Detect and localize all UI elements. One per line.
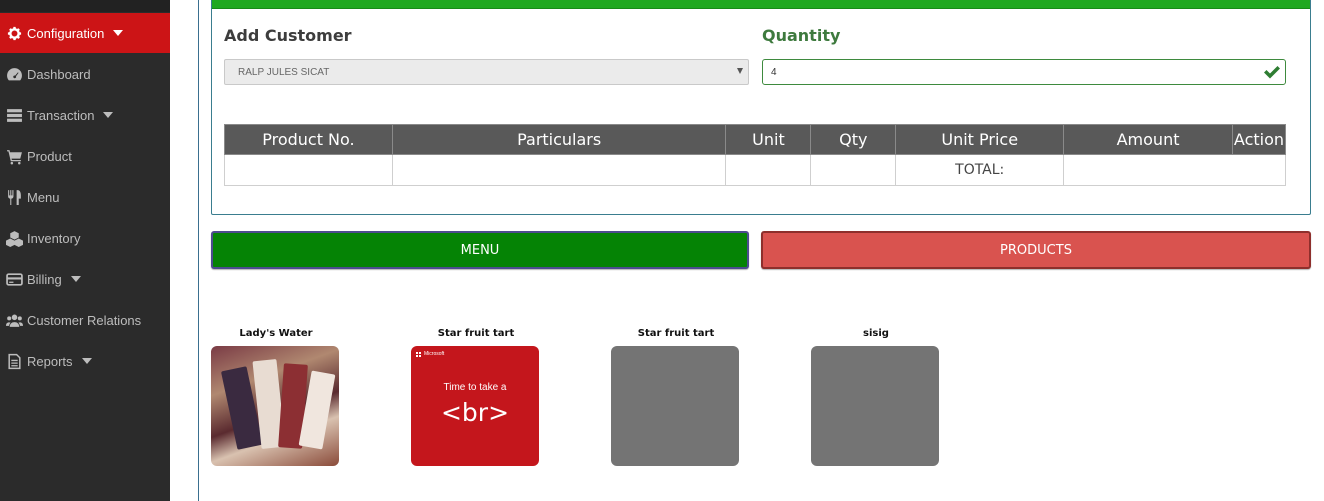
- order-items-table: Product No. Particulars Unit Qty Unit Pr…: [224, 124, 1287, 186]
- column-header: Unit Price: [895, 124, 1065, 155]
- caret-down-icon: [70, 276, 81, 282]
- sidebar-item-transaction[interactable]: Transaction: [0, 95, 170, 135]
- table-cell: [810, 154, 897, 186]
- cart-icon: [5, 147, 23, 165]
- windows-logo-icon: [416, 351, 421, 357]
- users-icon: [5, 311, 23, 329]
- tile-title: Star fruit tart: [437, 328, 515, 339]
- column-header: Unit: [725, 124, 812, 155]
- sidebar-item-reports[interactable]: Reports: [0, 341, 170, 381]
- caret-down-icon: [81, 358, 92, 364]
- credit-card-icon: [5, 270, 23, 288]
- sidebar-item-label: Configuration: [27, 25, 105, 41]
- sidebar-item-menu[interactable]: Menu: [0, 177, 170, 217]
- tile-title: Star fruit tart: [637, 328, 715, 339]
- check-icon: [1264, 66, 1280, 79]
- panel-header-bar: [212, 0, 1310, 9]
- tile-placeholder-image: [611, 346, 739, 466]
- customer-select[interactable]: RALP JULES SICAT: [224, 59, 749, 85]
- caret-down-icon: [113, 30, 124, 36]
- customer-select-value: RALP JULES SICAT: [238, 66, 330, 78]
- sidebar-item-label: Customer Relations: [27, 312, 142, 328]
- table-header-row: Product No. Particulars Unit Qty Unit Pr…: [224, 124, 1287, 155]
- tile-placeholder-image: [811, 346, 939, 466]
- sidebar-item-product[interactable]: Product: [0, 136, 170, 176]
- tile-promo-image: Microsoft Time to take a <br>: [411, 346, 539, 466]
- column-header: Qty: [810, 124, 897, 155]
- chevron-down-icon: [737, 68, 743, 74]
- products-button[interactable]: PRODUCTS: [761, 231, 1311, 269]
- sidebar-item-dashboard[interactable]: Dashboard: [0, 54, 170, 94]
- menu-tile[interactable]: Lady's Water: [211, 326, 341, 466]
- add-customer-label: Add Customer: [224, 26, 352, 45]
- sidebar-item-label: Dashboard: [27, 66, 91, 82]
- sidebar-item-label: Menu: [27, 189, 60, 205]
- file-icon: [5, 352, 23, 370]
- total-label: TOTAL:: [895, 154, 1065, 186]
- quantity-value: 4: [771, 66, 777, 78]
- menu-tile[interactable]: Star fruit tart Microsoft Time to take a…: [411, 326, 541, 466]
- content-border: [198, 0, 199, 501]
- table-cell: [725, 154, 812, 186]
- promo-line-1: Time to take a: [443, 382, 507, 393]
- quantity-label: Quantity: [762, 26, 841, 45]
- tile-title: sisig: [863, 328, 889, 339]
- total-amount: [1063, 154, 1286, 186]
- gear-icon: [5, 24, 23, 42]
- table-row: TOTAL:: [224, 154, 1286, 186]
- menu-tile[interactable]: Star fruit tart: [611, 326, 741, 466]
- menu-button[interactable]: MENU: [211, 231, 749, 269]
- sidebar-item-label: Product: [27, 148, 72, 164]
- order-panel: Add Customer RALP JULES SICAT Quantity 4…: [211, 0, 1311, 215]
- caret-down-icon: [103, 112, 114, 118]
- column-header: Amount: [1063, 124, 1233, 155]
- table-cell: [391, 154, 727, 186]
- tile-title: Lady's Water: [239, 328, 313, 339]
- sidebar-item-customer-relations[interactable]: Customer Relations: [0, 300, 170, 340]
- sidebar-item-label: Reports: [27, 353, 73, 369]
- sidebar-item-label: Inventory: [27, 230, 81, 246]
- column-header: Particulars: [391, 124, 727, 155]
- utensils-icon: [5, 188, 23, 206]
- sidebar-item-label: Billing: [27, 271, 62, 287]
- table-cell: [224, 154, 393, 186]
- column-header: Product No.: [224, 124, 393, 155]
- sidebar-item-billing[interactable]: Billing: [0, 259, 170, 299]
- column-header: Action: [1231, 124, 1287, 155]
- sidebar-item-label: Transaction: [27, 107, 95, 123]
- quantity-input[interactable]: 4: [762, 59, 1286, 85]
- menu-tile[interactable]: sisig: [811, 326, 941, 466]
- sidebar-top-strip: [0, 0, 170, 12]
- sidebar: Configuration Dashboard Transaction Prod…: [0, 0, 170, 501]
- sidebar-item-configuration[interactable]: Configuration: [0, 13, 170, 53]
- transaction-icon: [5, 106, 23, 124]
- tile-photo-image: [211, 346, 339, 466]
- dashboard-icon: [5, 65, 23, 83]
- microsoft-logo: Microsoft: [416, 351, 444, 357]
- promo-line-2: <br>: [440, 398, 510, 427]
- sidebar-item-inventory[interactable]: Inventory: [0, 218, 170, 258]
- cubes-icon: [5, 229, 23, 247]
